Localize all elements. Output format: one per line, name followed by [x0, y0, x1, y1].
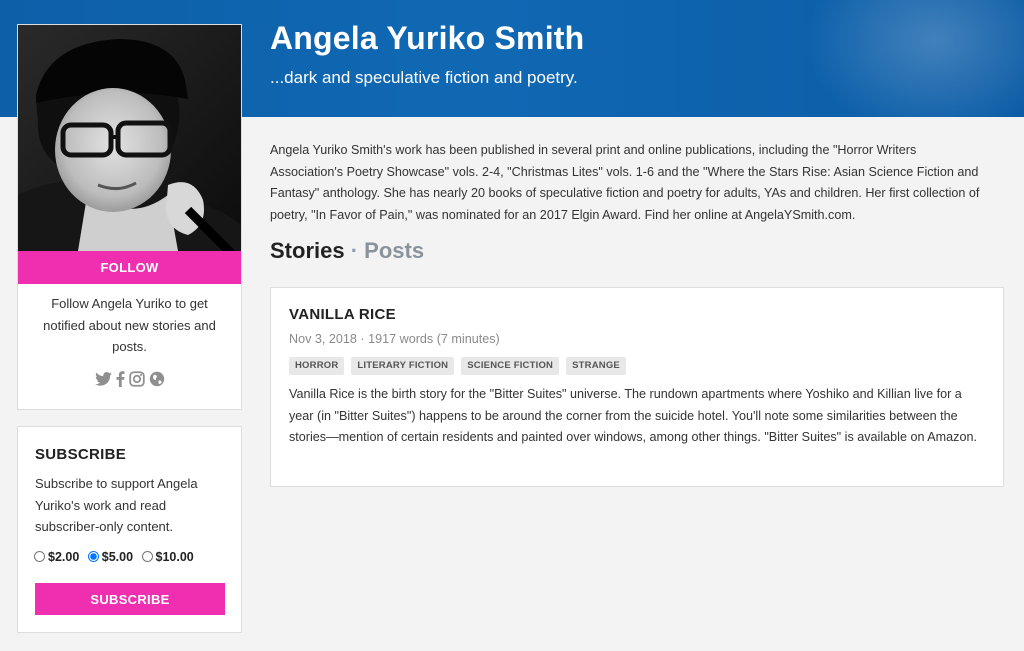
follow-description: Follow Angela Yuriko to get notified abo…: [43, 296, 216, 354]
tab-posts[interactable]: Posts: [364, 238, 424, 263]
amount-radio-5[interactable]: [87, 551, 99, 562]
author-tagline: ...dark and speculative fiction and poet…: [270, 68, 578, 87]
twitter-icon[interactable]: [94, 372, 112, 386]
avatar: [18, 25, 241, 251]
amount-label: $10.00: [155, 550, 194, 564]
tag-horror[interactable]: HORROR: [289, 357, 345, 375]
tab-stories[interactable]: Stories: [270, 238, 345, 263]
story-card[interactable]: VANILLA RICE Nov 3, 2018 · 1917 words (7…: [270, 287, 1004, 487]
facebook-icon[interactable]: [116, 371, 125, 387]
section-tabs: Stories · Posts: [270, 238, 424, 264]
social-links: [18, 371, 241, 387]
author-bio: Angela Yuriko Smith's work has been publ…: [270, 143, 980, 222]
banner-glow: [804, 0, 1024, 117]
globe-icon[interactable]: [149, 371, 165, 387]
profile-card: FOLLOW Follow Angela Yuriko to get notif…: [17, 24, 242, 410]
story-title[interactable]: VANILLA RICE: [289, 306, 396, 323]
tag-science-fiction[interactable]: SCIENCE FICTION: [461, 357, 560, 375]
instagram-icon[interactable]: [128, 371, 145, 387]
story-meta: Nov 3, 2018 · 1917 words (7 minutes): [289, 332, 500, 346]
tab-separator: ·: [344, 238, 365, 263]
author-name: Angela Yuriko Smith: [270, 20, 585, 56]
subscribe-amount-options: $2.00 $5.00 $10.00: [34, 550, 199, 564]
avatar-photo: [18, 25, 241, 251]
amount-option[interactable]: $2.00: [34, 550, 79, 564]
story-excerpt: Vanilla Rice is the birth story for the …: [289, 387, 977, 444]
follow-button[interactable]: FOLLOW: [18, 251, 241, 284]
subscribe-button[interactable]: SUBSCRIBE: [35, 583, 225, 615]
amount-option[interactable]: $5.00: [87, 550, 134, 564]
story-tags: HORROR LITERARY FICTION SCIENCE FICTION STR…: [289, 357, 633, 375]
amount-label: $2.00: [48, 550, 80, 564]
amount-radio-10[interactable]: [141, 551, 153, 562]
amount-radio-2[interactable]: [34, 551, 45, 562]
amount-option[interactable]: $10.00: [141, 550, 194, 564]
tag-literary-fiction[interactable]: LITERARY FICTION: [351, 357, 455, 375]
subscribe-title: SUBSCRIBE: [35, 446, 127, 463]
tag-strange[interactable]: STRANGE: [566, 357, 626, 375]
amount-label: $5.00: [101, 550, 134, 564]
subscribe-description: Subscribe to support Angela Yuriko's wor…: [35, 476, 198, 534]
subscribe-card: SUBSCRIBE Subscribe to support Angela Yu…: [17, 426, 242, 633]
